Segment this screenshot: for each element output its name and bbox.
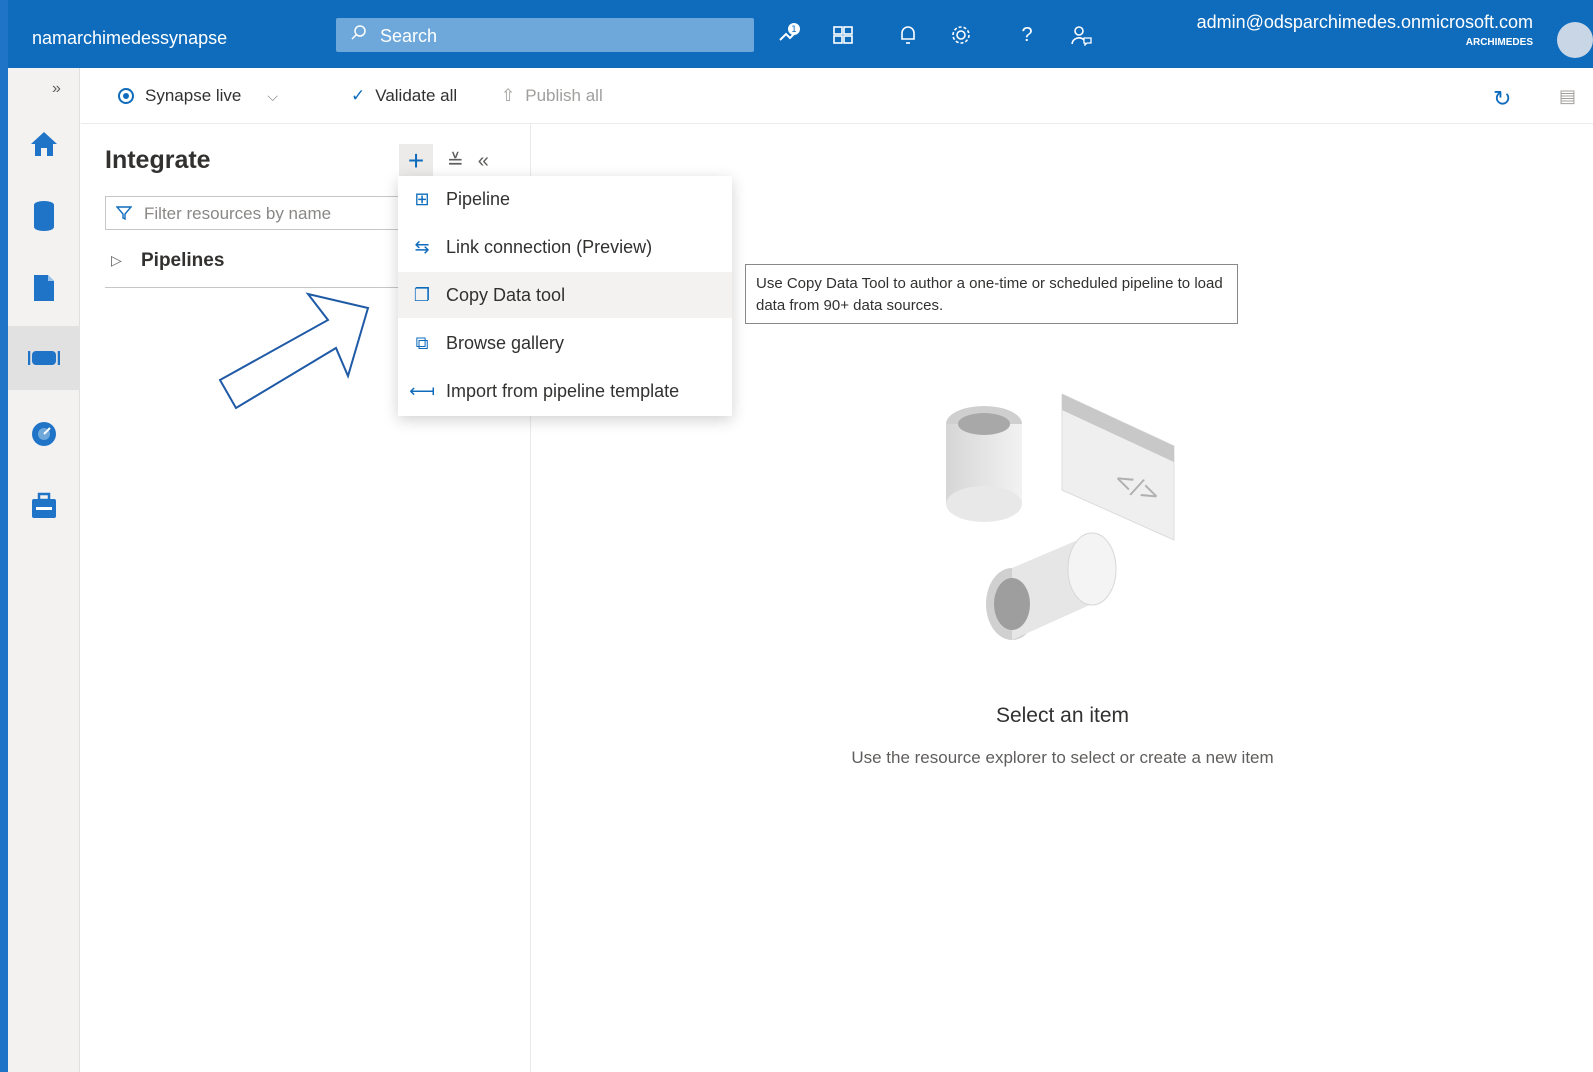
nav-develop-icon[interactable] [8, 256, 80, 320]
annotation-arrow [218, 292, 370, 410]
left-nav-rail: » [8, 68, 80, 1072]
bell-icon[interactable] [895, 22, 921, 48]
menu-item-pipeline[interactable]: ⊞ Pipeline [398, 176, 732, 222]
nav-monitor-icon[interactable] [8, 402, 80, 466]
top-bar: namarchimedessynapse Search 1 ? admin@od… [8, 0, 1593, 68]
avatar[interactable] [1557, 22, 1593, 58]
collapse-all-icon[interactable]: ≚ [447, 149, 464, 174]
filter-placeholder: Filter resources by name [144, 204, 332, 223]
menu-item-import-template[interactable]: ⟻ Import from pipeline template [398, 368, 732, 414]
import-icon: ⟻ [409, 380, 435, 401]
empty-state-illustration: </> [946, 394, 1175, 640]
help-icon[interactable]: ? [1014, 22, 1040, 48]
nav-home-icon[interactable] [8, 112, 80, 176]
panel-actions: + ≚ « [399, 144, 489, 178]
menu-item-label: Pipeline [446, 188, 511, 209]
gallery-icon: ⧉ [415, 332, 429, 353]
panel-title: Integrate [105, 146, 211, 174]
add-resource-menu: ⊞ Pipeline ⇆ Link connection (Preview) ❐… [398, 176, 732, 416]
copy-data-icon: ❐ [413, 284, 431, 305]
workspace-name[interactable]: namarchimedessynapse [32, 28, 227, 49]
link-connection-icon: ⇆ [414, 236, 430, 257]
menu-item-label: Link connection (Preview) [446, 236, 653, 257]
svg-text:1: 1 [791, 25, 797, 35]
directory-icon[interactable] [830, 22, 856, 48]
user-org: ARCHIMEDES [1465, 37, 1533, 48]
search-input[interactable]: Search [380, 26, 437, 47]
toolbar: Synapse live ⌵ ✓ Validate all ⇧ Publish … [81, 68, 1593, 124]
tree-item-label: Pipelines [141, 250, 225, 271]
synapse-icon [118, 88, 134, 104]
empty-state-heading: Select an item [995, 704, 1130, 727]
menu-item-browse-gallery[interactable]: ⧉ Browse gallery [398, 320, 732, 366]
menu-item-label: Import from pipeline template [446, 380, 680, 401]
menu-item-link-connection[interactable]: ⇆ Link connection (Preview) [398, 224, 732, 270]
caret-right-icon[interactable]: ▷ [111, 252, 122, 269]
publish-icon: ⇧ [501, 86, 516, 105]
nav-data-icon[interactable] [8, 184, 80, 248]
synapse-live-label: Synapse live [145, 86, 242, 105]
filter-input[interactable]: Filter resources by name [105, 196, 405, 230]
discard-icon[interactable]: ▤ [1559, 86, 1576, 107]
menu-item-label: Browse gallery [446, 332, 565, 353]
menu-item-label: Copy Data tool [446, 284, 566, 305]
validate-all-label: Validate all [375, 86, 458, 105]
chevron-down-icon: ⌵ [267, 87, 279, 104]
menu-item-copy-data-tool[interactable]: ❐ Copy Data tool [398, 272, 732, 318]
filter-icon [116, 206, 132, 221]
publish-all-button[interactable]: ⇧ Publish all [501, 86, 603, 106]
nav-manage-icon[interactable] [8, 474, 80, 538]
add-resource-button[interactable]: + [399, 144, 433, 178]
validate-all-button[interactable]: ✓ Validate all [351, 86, 457, 106]
user-account[interactable]: admin@odsparchimedes.onmicrosoft.com ARC… [1197, 12, 1533, 48]
synapse-live-dropdown[interactable]: Synapse live ⌵ [117, 86, 278, 106]
collapse-panel-icon[interactable]: « [478, 150, 489, 173]
pipeline-icon: ⊞ [414, 188, 430, 209]
expand-nav-icon[interactable]: » [52, 80, 61, 98]
copy-data-tooltip: Use Copy Data Tool to author a one-time … [745, 264, 1238, 324]
empty-state-subtext: Use the resource explorer to select or c… [851, 748, 1274, 767]
nav-integrate-icon[interactable] [8, 326, 80, 390]
gear-icon[interactable] [948, 22, 974, 48]
search-box[interactable]: Search [336, 18, 754, 52]
notification-badge-icon[interactable]: 1 [776, 22, 802, 48]
refresh-icon[interactable]: ↻ [1493, 86, 1511, 112]
user-email: admin@odsparchimedes.onmicrosoft.com [1196, 12, 1533, 32]
checkmark-icon: ✓ [351, 86, 366, 105]
publish-all-label: Publish all [525, 86, 603, 105]
feedback-icon[interactable] [1068, 22, 1094, 48]
search-icon [351, 25, 366, 40]
